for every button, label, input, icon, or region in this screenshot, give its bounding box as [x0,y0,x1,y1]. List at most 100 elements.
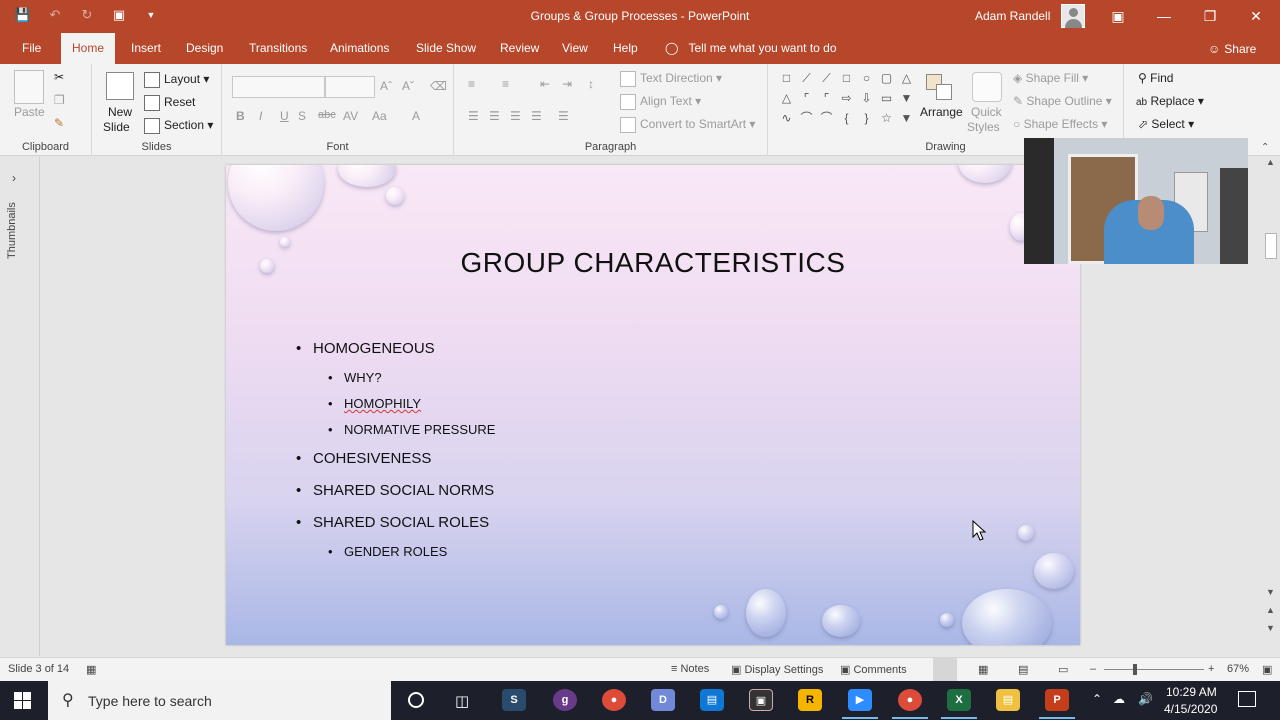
freeform-shape-icon[interactable]: ⌒ [820,112,833,125]
line-shape-icon[interactable]: ⟋ [800,72,813,85]
normal-view-icon[interactable] [933,658,957,681]
notifications-icon[interactable] [1238,691,1256,707]
tab-help[interactable]: Help [602,33,649,64]
chrome-icon[interactable]: ● [602,689,626,711]
ribbon-display-options-icon[interactable]: ▣ [1095,0,1141,33]
new-slide-icon[interactable] [106,72,134,100]
volume-icon[interactable]: 🔊 [1138,692,1153,706]
minimize-icon[interactable]: — [1141,0,1187,33]
slide-title[interactable]: GROUP CHARACTERISTICS [226,247,1080,279]
zoom-out-icon[interactable]: – [1090,663,1096,675]
discord-icon[interactable]: D [651,689,675,711]
clock-date[interactable]: 4/15/2020 [1164,702,1217,716]
powerpoint-icon[interactable]: P [1039,689,1075,719]
clock-time[interactable]: 10:29 AM [1166,685,1217,699]
align-center-icon[interactable]: ☰ [489,109,500,123]
select-button[interactable]: ⬀ Select ▾ [1138,117,1194,131]
clear-formatting-icon[interactable]: ⌫ [430,79,447,93]
vertical-scrollbar[interactable]: ▲ ▼ ▲ ▼ [1262,157,1280,656]
numbering-icon[interactable]: ≡ [502,77,509,91]
fit-slide-icon[interactable]: ▣ [1262,663,1272,676]
replace-button[interactable]: ab Replace ▾ [1136,94,1204,108]
find-button[interactable]: ⚲ Find [1138,71,1173,85]
italic-button[interactable]: I [259,109,262,123]
arc-shape-icon[interactable]: ⌒ [800,112,813,125]
arrange-icon[interactable] [924,72,954,102]
layout-button[interactable]: Layout ▾ [144,72,209,88]
zoom-in-icon[interactable]: + [1208,663,1214,675]
slide-canvas[interactable]: GROUP CHARACTERISTICS HOMOGENEOUS WHY? H… [226,165,1080,645]
tab-animations[interactable]: Animations [319,33,400,64]
oval-shape-icon[interactable]: ○ [860,72,873,85]
columns-icon[interactable]: ☰ [558,109,569,123]
slide-sorter-icon[interactable]: ▦ [978,663,988,676]
file-icon[interactable]: ▤ [700,689,724,711]
decrease-font-size-icon[interactable]: Aˇ [402,79,414,93]
line-spacing-icon[interactable]: ↕ [588,77,594,91]
onedrive-icon[interactable]: ☁ [1113,692,1125,706]
tab-slide-show[interactable]: Slide Show [405,33,487,64]
quick-styles-line1[interactable]: Quick [971,105,1002,119]
right-arrow-shape-icon[interactable]: ⇨ [840,92,853,105]
thumbnails-label[interactable]: Thumbnails [6,202,18,259]
reading-view-icon[interactable]: ▤ [1018,663,1028,676]
cortana-icon[interactable] [408,692,424,708]
elbow-arrow-icon[interactable]: ⌜ [820,92,833,105]
quick-styles-icon[interactable] [972,72,1002,102]
rockstar-icon[interactable]: R [798,689,822,711]
character-spacing-icon[interactable]: AV [343,109,358,123]
chrome-profile-icon[interactable]: ● [892,689,928,719]
align-left-icon[interactable]: ☰ [468,109,479,123]
scroll-thumb[interactable] [1265,233,1277,259]
increase-indent-icon[interactable]: ⇥ [562,77,572,91]
excel-icon[interactable]: X [941,689,977,719]
text-shadow-icon[interactable]: S [298,109,306,123]
display-settings-button[interactable]: ▣ Display Settings [731,663,823,676]
underline-button[interactable]: U [280,109,289,123]
previous-slide-icon[interactable]: ▲ [1266,605,1275,615]
gallery-more-icon[interactable]: ▼ [900,112,913,125]
decrease-indent-icon[interactable]: ⇤ [540,77,550,91]
tab-home[interactable]: Home [61,33,116,64]
avatar[interactable] [1061,4,1085,28]
task-view-icon[interactable]: ◫ [455,692,469,710]
slide-show-icon[interactable]: ▭ [1058,663,1068,676]
new-slide-button-line2[interactable]: Slide [103,120,130,134]
triangle-shape-icon-2[interactable]: △ [900,72,913,85]
cut-icon[interactable]: ✂ [54,70,64,84]
reset-button[interactable]: Reset [144,95,195,111]
line-shape-icon-2[interactable]: ⟋ [820,72,833,85]
shapes-gallery[interactable]: □ ⟋ ⟋ □ ○ ▢ △ △ ⌜ ⌜ ⇨ ⇩ ▭ ▼ ∿ ⌒ ⌒ { } ☆ … [780,72,913,126]
tell-me-search[interactable]: ◯ Tell me what you want to do [665,41,837,55]
zoom-slider[interactable] [1104,669,1204,670]
windows-start-icon[interactable] [14,692,32,710]
align-text-button[interactable]: Align Text ▾ [620,94,701,110]
webcam-video-overlay[interactable] [1024,138,1248,264]
change-case-icon[interactable]: Aa [372,109,387,123]
zoom-level[interactable]: 67% [1227,663,1249,675]
tab-design[interactable]: Design [175,33,234,64]
font-color-icon[interactable]: A [412,109,420,123]
left-brace-shape-icon[interactable]: { [840,112,853,125]
textbox-shape-icon[interactable]: □ [780,72,793,85]
zoom-app-icon[interactable]: ▶ [842,689,878,719]
quick-styles-line2[interactable]: Styles [967,120,1000,134]
text-direction-button[interactable]: Text Direction ▾ [620,71,722,87]
down-arrow-shape-icon[interactable]: ⇩ [860,92,873,105]
right-brace-shape-icon[interactable]: } [860,112,873,125]
bold-button[interactable]: B [236,109,245,123]
elbow-connector-icon[interactable]: ⌜ [800,92,813,105]
gog-icon[interactable]: g [553,689,577,711]
zoom-slider-thumb[interactable] [1133,664,1137,675]
spelling-check-icon[interactable]: ▦ [86,663,96,676]
steam-icon[interactable]: S [502,689,526,711]
game-app-icon[interactable]: ▣ [749,689,773,711]
expand-thumbnails-icon[interactable]: › [12,171,16,185]
notes-button[interactable]: ≡ Notes [671,663,709,675]
curve-shape-icon[interactable]: ∿ [780,112,793,125]
comments-button[interactable]: ▣ Comments [840,663,907,676]
user-name[interactable]: Adam Randell [975,9,1050,23]
bullet-list[interactable]: HOMOGENEOUS WHY? HOMOPHILY NORMATIVE PRE… [296,333,896,565]
tab-file[interactable]: File [11,33,52,64]
tab-view[interactable]: View [551,33,599,64]
